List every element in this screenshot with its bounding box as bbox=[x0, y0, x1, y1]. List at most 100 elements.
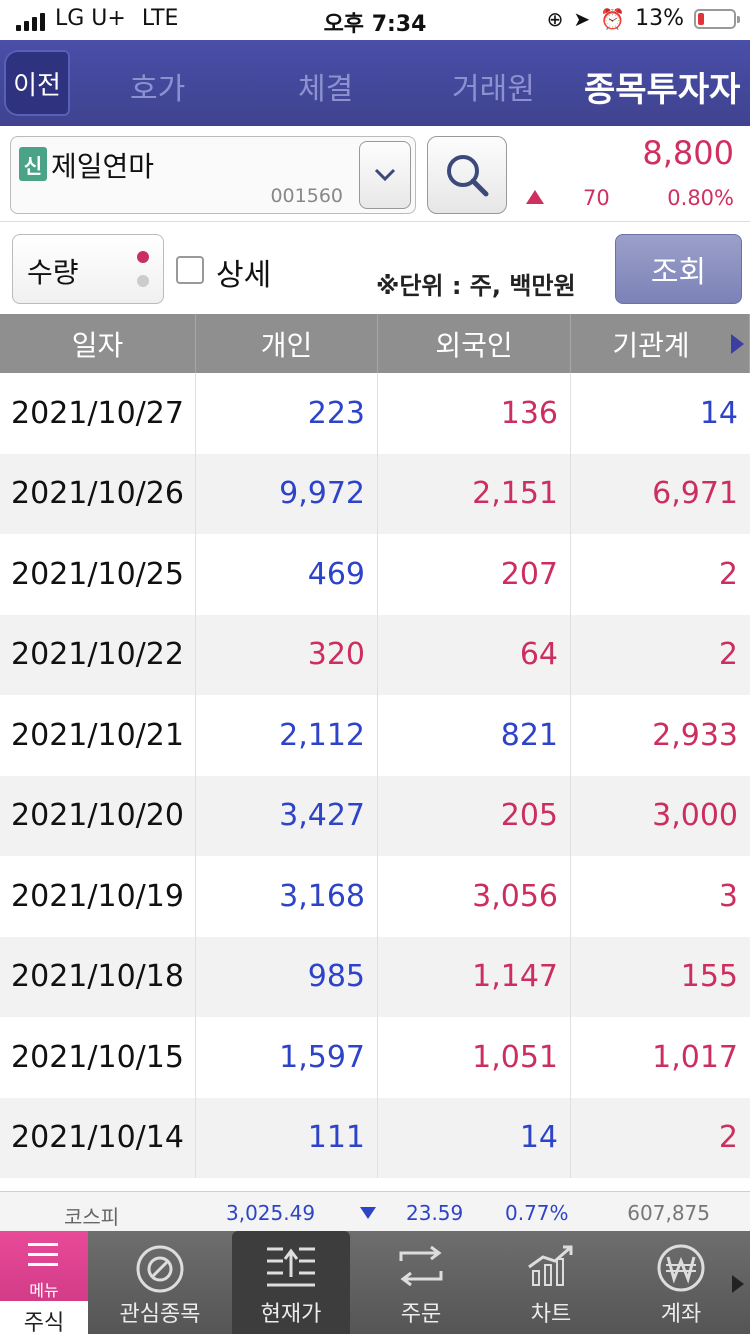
cell-date: 2021/10/20 bbox=[0, 775, 196, 856]
nav-current-price-label: 현재가 bbox=[260, 1302, 322, 1327]
current-price: 8,800 bbox=[642, 134, 734, 172]
col-individual: 개인 bbox=[196, 314, 378, 373]
cell-date: 2021/10/14 bbox=[0, 1097, 196, 1178]
table-row[interactable]: 2021/10/15 1,597 1,051 1,017 bbox=[0, 1017, 750, 1098]
battery-percent: 13% bbox=[635, 6, 684, 31]
table-row[interactable]: 2021/10/22 320 64 2 bbox=[0, 614, 750, 695]
col-institution-label: 기관계 bbox=[612, 328, 690, 362]
nav-account[interactable]: 계좌 bbox=[622, 1231, 740, 1334]
nav-watchlist-label: 관심종목 bbox=[119, 1302, 201, 1327]
cell-foreign: 3,056 bbox=[378, 856, 571, 937]
table-row[interactable]: 2021/10/14 111 14 2 bbox=[0, 1097, 750, 1178]
stock-header: 신 제일연마 001560 8,800 70 0.80% bbox=[0, 126, 750, 222]
nav-current-price[interactable]: 현재가 bbox=[232, 1231, 350, 1334]
location-icon: ➤ bbox=[573, 6, 591, 31]
table-row[interactable]: 2021/10/25 469 207 2 bbox=[0, 534, 750, 615]
table-row[interactable]: 2021/10/19 3,168 3,056 3 bbox=[0, 856, 750, 937]
cell-foreign: 1,147 bbox=[378, 936, 571, 1017]
cell-individual: 1,597 bbox=[196, 1017, 378, 1098]
cell-individual: 469 bbox=[196, 534, 378, 615]
cell-institution: 2,933 bbox=[652, 717, 738, 753]
cell-date: 2021/10/25 bbox=[0, 534, 196, 615]
query-button[interactable]: 조회 bbox=[615, 234, 742, 304]
rotation-lock-icon: ⊕ bbox=[546, 6, 564, 31]
cell-institution: 2 bbox=[718, 556, 738, 592]
price-change: 70 bbox=[583, 186, 610, 210]
cell-date: 2021/10/26 bbox=[0, 453, 196, 534]
cell-date: 2021/10/21 bbox=[0, 695, 196, 776]
unit-note: ※단위 : 주, 백만원 bbox=[376, 272, 576, 300]
cell-foreign: 207 bbox=[378, 534, 571, 615]
up-arrow-icon bbox=[526, 190, 544, 204]
stock-dropdown-button[interactable] bbox=[359, 141, 411, 209]
tab-brokers[interactable]: 거래원 bbox=[452, 64, 535, 108]
watchlist-icon bbox=[136, 1245, 184, 1293]
detail-label[interactable]: 상세 bbox=[216, 250, 271, 294]
cell-foreign: 14 bbox=[378, 1097, 571, 1178]
options-row: 수량 상세 ※단위 : 주, 백만원 조회 bbox=[0, 222, 750, 314]
cell-institution: 2 bbox=[718, 637, 738, 673]
chevron-down-icon bbox=[374, 168, 396, 182]
down-arrow-icon bbox=[360, 1207, 376, 1219]
nav-more-arrow-icon[interactable] bbox=[732, 1275, 744, 1293]
nav-watchlist[interactable]: 관심종목 bbox=[100, 1231, 220, 1334]
tab-investors[interactable]: 종목투자자 bbox=[584, 62, 740, 111]
back-button[interactable]: 이전 bbox=[4, 50, 70, 116]
cell-foreign: 1,051 bbox=[378, 1017, 571, 1098]
hamburger-icon bbox=[28, 1243, 58, 1273]
new-badge: 신 bbox=[19, 147, 47, 181]
col-date: 일자 bbox=[0, 314, 196, 373]
toggle-dot-active bbox=[137, 251, 149, 263]
nav-order[interactable]: 주문 bbox=[362, 1231, 480, 1334]
cell-individual: 3,168 bbox=[196, 856, 378, 937]
col-foreign: 외국인 bbox=[378, 314, 571, 373]
market-change-percent: 0.77% bbox=[505, 1201, 569, 1225]
nav-order-label: 주문 bbox=[400, 1302, 442, 1327]
table-row[interactable]: 2021/10/18 985 1,147 155 bbox=[0, 936, 750, 1017]
cell-institution: 3 bbox=[718, 878, 738, 914]
chart-icon bbox=[528, 1245, 573, 1286]
menu-label: 메뉴 bbox=[29, 1281, 59, 1300]
stock-selector[interactable]: 신 제일연마 001560 bbox=[10, 136, 416, 214]
quantity-toggle[interactable]: 수량 bbox=[12, 234, 164, 304]
market-value: 3,025.49 bbox=[226, 1201, 316, 1225]
cell-institution: 155 bbox=[680, 959, 738, 995]
cell-date: 2021/10/18 bbox=[0, 936, 196, 1017]
table-row[interactable]: 2021/10/27 223 136 14 bbox=[0, 373, 750, 454]
cell-individual: 9,972 bbox=[196, 453, 378, 534]
cell-institution: 14 bbox=[699, 395, 738, 431]
market-change: 23.59 bbox=[406, 1201, 464, 1225]
toggle-dot-inactive bbox=[137, 275, 149, 287]
search-button[interactable] bbox=[427, 136, 507, 214]
order-icon bbox=[399, 1245, 443, 1287]
nav-chart[interactable]: 차트 bbox=[492, 1231, 610, 1334]
menu-button[interactable]: 메뉴 주식 bbox=[0, 1231, 88, 1334]
current-price-icon bbox=[267, 1247, 315, 1287]
cell-foreign: 136 bbox=[378, 373, 571, 454]
tab-orderbook[interactable]: 호가 bbox=[130, 64, 185, 108]
quantity-label: 수량 bbox=[27, 256, 79, 289]
table-row[interactable]: 2021/10/20 3,427 205 3,000 bbox=[0, 775, 750, 856]
tab-executions[interactable]: 체결 bbox=[298, 64, 353, 108]
cell-institution: 1,017 bbox=[652, 1039, 738, 1075]
cell-date: 2021/10/19 bbox=[0, 856, 196, 937]
tab-bar: 이전 호가 체결 거래원 종목투자자 bbox=[0, 40, 750, 126]
detail-checkbox[interactable] bbox=[176, 256, 204, 284]
cell-foreign: 2,151 bbox=[378, 453, 571, 534]
cell-date: 2021/10/22 bbox=[0, 614, 196, 695]
nav-chart-label: 차트 bbox=[530, 1302, 572, 1327]
cell-individual: 3,427 bbox=[196, 775, 378, 856]
table-row[interactable]: 2021/10/21 2,112 821 2,933 bbox=[0, 695, 750, 776]
table-row[interactable]: 2021/10/26 9,972 2,151 6,971 bbox=[0, 453, 750, 534]
bottom-nav: 메뉴 주식 관심종목 현재가 주문 차트 계좌 bbox=[0, 1231, 750, 1334]
scroll-right-icon[interactable] bbox=[731, 334, 744, 354]
cell-institution: 6,971 bbox=[652, 476, 738, 512]
market-name: 코스피 bbox=[64, 1205, 120, 1229]
price-change-percent: 0.80% bbox=[667, 186, 734, 210]
status-bar: LG U+ LTE 오후 7:34 ⊕ ➤ ⏰ 13% bbox=[0, 0, 750, 40]
investor-table[interactable]: 2021/10/27 223 136 14 2021/10/26 9,972 2,151 6,… bbox=[0, 373, 750, 1191]
alarm-icon: ⏰ bbox=[600, 6, 626, 31]
stock-name: 제일연마 bbox=[51, 150, 155, 183]
cell-foreign: 205 bbox=[378, 775, 571, 856]
stock-label[interactable]: 주식 bbox=[0, 1301, 88, 1334]
